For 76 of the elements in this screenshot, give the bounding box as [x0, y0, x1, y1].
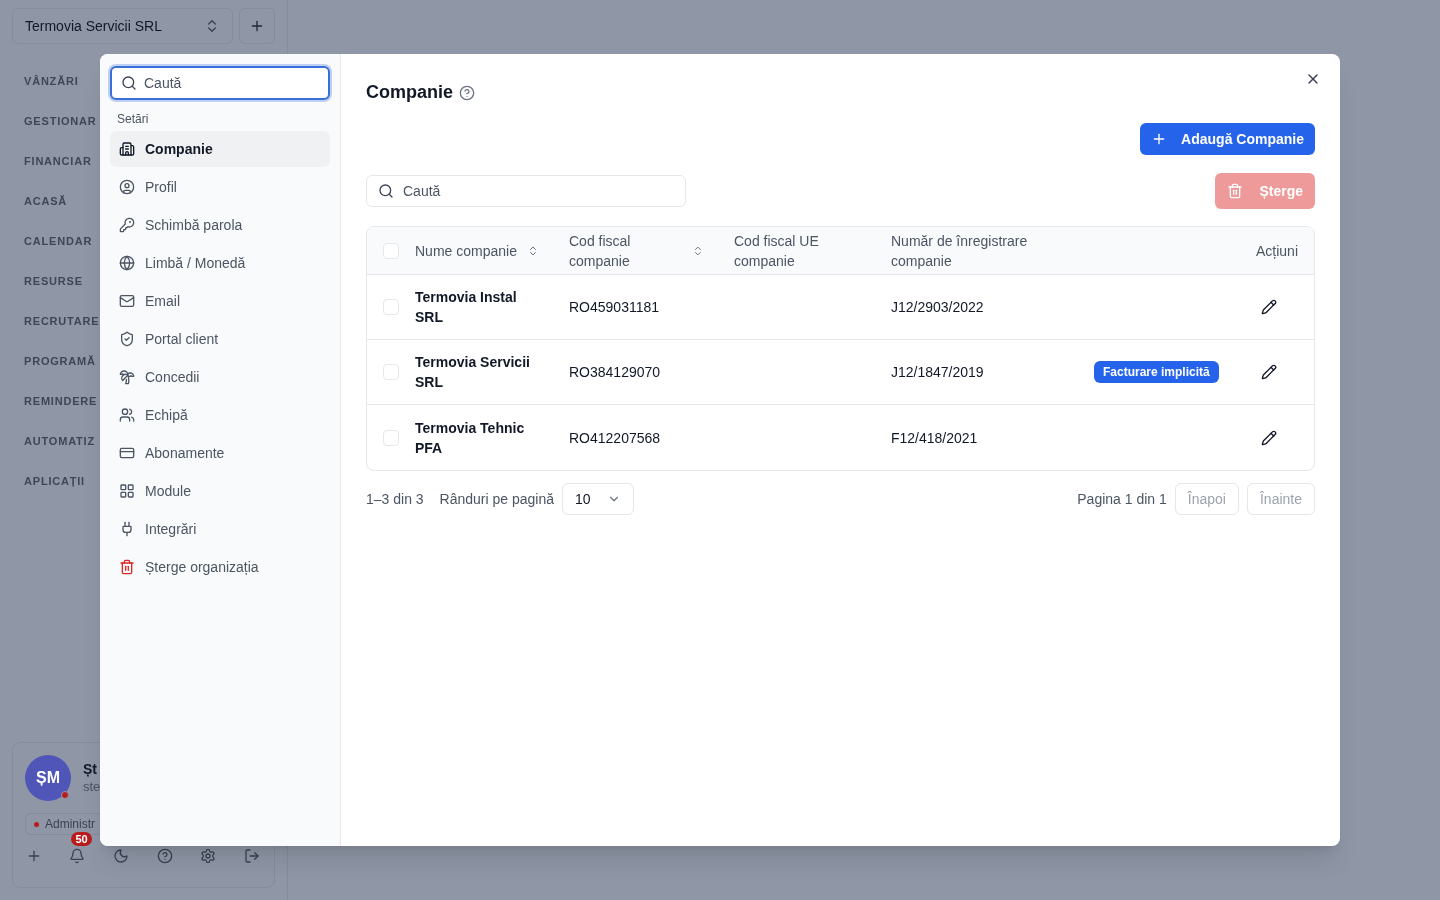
default-billing-badge: Facturare implicită — [1094, 361, 1219, 383]
add-company-button[interactable]: Adaugă Companie — [1140, 123, 1315, 155]
sort-icon[interactable] — [692, 244, 704, 257]
settings-menu-item[interactable]: Email — [110, 283, 330, 319]
table-cell-text: J12/2903/2022 — [891, 298, 985, 317]
menu-search-field[interactable]: Caută — [110, 66, 330, 100]
users-icon — [119, 407, 135, 423]
moon-icon[interactable] — [113, 848, 130, 864]
plug-icon — [119, 521, 135, 537]
settings-menu-item[interactable]: Portal client — [110, 321, 330, 357]
key-icon — [119, 217, 135, 233]
row-checkbox[interactable] — [383, 299, 399, 315]
column-header: Acțiuni — [1255, 241, 1298, 261]
sort-icon[interactable] — [527, 244, 539, 257]
building-icon — [119, 141, 135, 157]
help-icon[interactable] — [156, 848, 173, 864]
bell-icon[interactable] — [69, 848, 86, 864]
user-avatar[interactable]: ȘM — [25, 755, 71, 801]
table-cell-text: RO384129070 — [569, 363, 662, 382]
organization-switcher[interactable]: Termovia Servicii SRL — [12, 8, 233, 44]
edit-button[interactable] — [1259, 297, 1279, 317]
globe-icon — [119, 255, 135, 271]
pencil-icon — [1261, 299, 1277, 315]
column-header[interactable]: Cod fiscal companie — [569, 230, 693, 271]
settings-menu-item[interactable]: Integrări — [110, 511, 330, 547]
trash-icon — [119, 559, 135, 575]
mail-icon — [119, 293, 135, 309]
settings-menu-item[interactable]: Abonamente — [110, 435, 330, 471]
settings-icon[interactable] — [200, 848, 217, 864]
settings-menu-item[interactable]: Echipă — [110, 397, 330, 433]
user-email: ste — [83, 778, 101, 795]
search-icon — [121, 75, 137, 91]
row-checkbox[interactable] — [383, 242, 399, 259]
row-range: 1–3 din 3 — [366, 489, 424, 509]
settings-menu-item[interactable]: Profil — [110, 169, 330, 205]
table-cell-text: Termovia Instal SRL — [415, 288, 518, 327]
user-name: Șt — [83, 761, 98, 778]
palm-tree-icon — [119, 369, 135, 385]
menu-heading: Setări — [117, 112, 150, 126]
edit-button[interactable] — [1259, 362, 1279, 382]
table-cell-text: F12/418/2021 — [891, 428, 979, 448]
search-icon — [378, 183, 394, 199]
notification-badge: 50 — [71, 832, 92, 846]
table-cell-text: RO459031181 — [569, 298, 661, 317]
user-circle-icon — [119, 179, 135, 195]
grid-icon — [119, 483, 135, 499]
table-search-field[interactable]: Caută — [366, 175, 686, 207]
settings-menu-item[interactable]: Schimbă parola — [110, 207, 330, 243]
add-organization-button[interactable] — [239, 8, 275, 44]
settings-menu-item[interactable]: Șterge organizația — [110, 549, 330, 585]
table-cell-text: Termovia Tehnic PFA — [415, 418, 526, 458]
page-indicator: Pagina 1 din 1 — [1077, 489, 1167, 509]
table-cell-text: RO412207568 — [569, 428, 662, 448]
table-cell-text: Termovia Servicii SRL — [415, 353, 531, 392]
pencil-icon — [1261, 429, 1277, 446]
card-icon — [119, 445, 135, 461]
logout-icon[interactable] — [244, 848, 261, 864]
rows-per-page-select[interactable]: 10 — [562, 483, 635, 515]
role-label: Administr — [45, 816, 95, 833]
row-checkbox[interactable] — [383, 429, 399, 446]
settings-menu-item[interactable]: Companie — [110, 131, 330, 167]
settings-menu-item[interactable]: Limbă / Monedă — [110, 245, 330, 281]
column-header[interactable]: Nume companie — [415, 240, 517, 261]
table-cell-text: J12/1847/2019 — [891, 363, 985, 382]
settings-menu-item[interactable]: Module — [110, 473, 330, 509]
shield-icon — [119, 331, 135, 347]
plus-icon — [249, 18, 265, 34]
rows-per-page-label: Rânduri pe pagină — [439, 489, 555, 509]
help-icon[interactable] — [459, 84, 475, 101]
dialog-title: Companie — [366, 81, 453, 104]
settings-menu-item[interactable]: Concedii — [110, 359, 330, 395]
row-checkbox[interactable] — [383, 364, 399, 380]
column-header: Număr de înregistrare companie — [891, 231, 1029, 271]
pencil-icon — [1261, 364, 1277, 380]
trash-icon — [1227, 183, 1244, 199]
column-header: Cod fiscal UE companie — [734, 231, 820, 271]
